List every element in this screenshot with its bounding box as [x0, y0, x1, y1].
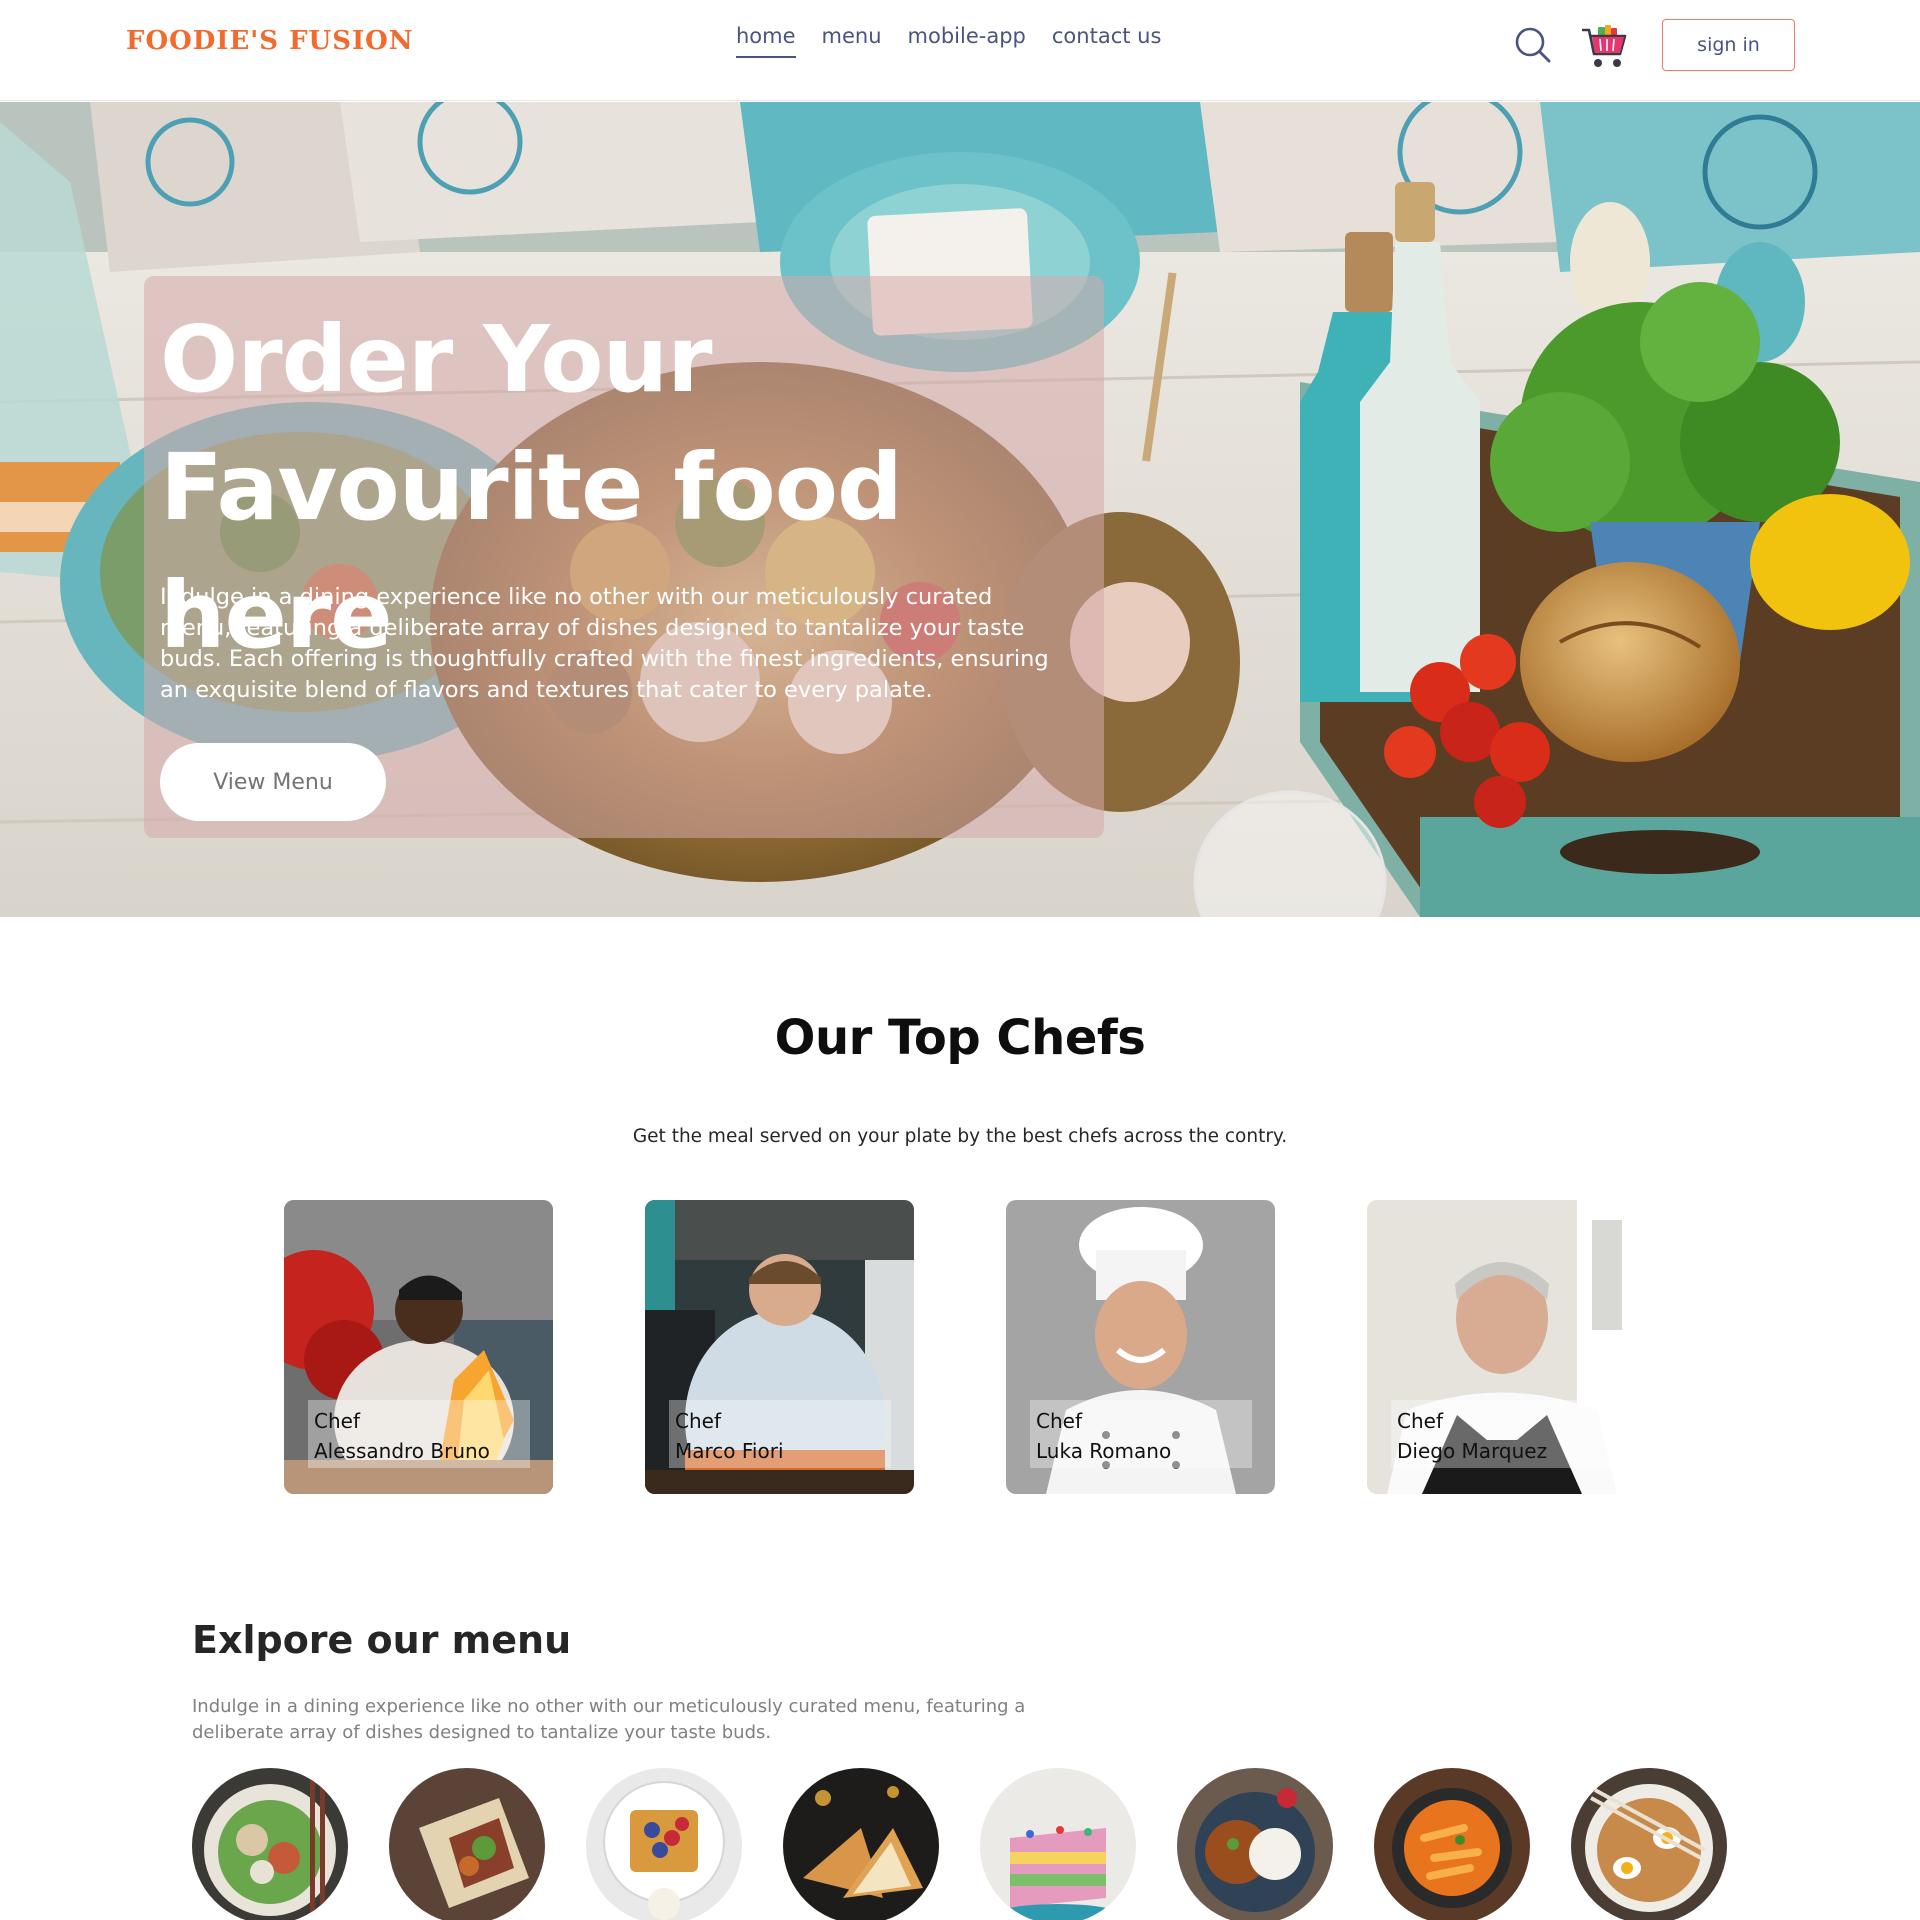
search-icon[interactable]	[1514, 26, 1552, 64]
menu-item-salad[interactable]	[192, 1768, 348, 1920]
chef-card-alessandro-bruno[interactable]: Chef Alessandro Bruno	[284, 1200, 553, 1494]
menu-item-pasta[interactable]	[1374, 1768, 1530, 1920]
hero-description: Indulge in a dining experience like no o…	[160, 584, 1049, 703]
chef-name: Alessandro Bruno	[314, 1439, 490, 1463]
pasta-image	[1374, 1768, 1530, 1920]
sign-in-button[interactable]: sign in	[1662, 19, 1795, 71]
chef-prefix: Chef	[1036, 1409, 1082, 1433]
chef-label: Chef Marco Fiori	[669, 1400, 891, 1468]
nav-link-contact-us[interactable]: contact us	[1052, 24, 1162, 58]
menu-item-cake[interactable]	[980, 1768, 1136, 1920]
chef-name: Luka Romano	[1036, 1439, 1172, 1463]
chef-card-luka-romano[interactable]: Chef Luka Romano	[1006, 1200, 1275, 1494]
chef-name: Marco Fiori	[675, 1439, 784, 1463]
curry-image	[1177, 1768, 1333, 1920]
nav-link-menu[interactable]: menu	[822, 24, 882, 58]
chefs-section-title: Our Top Chefs	[774, 1010, 1146, 1066]
chef-label: Chef Alessandro Bruno	[308, 1400, 530, 1468]
noodles-image	[1571, 1768, 1727, 1920]
chefs-section-subtitle: Get the meal served on your plate by the…	[632, 1126, 1288, 1147]
waffle-image	[586, 1768, 742, 1920]
sandwich-image	[783, 1768, 939, 1920]
chef-prefix: Chef	[314, 1409, 360, 1433]
rolls-image	[389, 1768, 545, 1920]
menu-item-deserts[interactable]	[586, 1768, 742, 1920]
hero-title-line-1: Order Your	[160, 306, 712, 413]
menu-item-noodles[interactable]	[1571, 1768, 1727, 1920]
navbar: FOODIE'S FUSION home menu mobile-app con…	[0, 0, 1920, 101]
chef-name: Diego Marquez	[1397, 1439, 1548, 1463]
chef-card-marco-fiori[interactable]: Chef Marco Fiori	[645, 1200, 914, 1494]
nav-link-home[interactable]: home	[736, 24, 796, 58]
view-menu-button[interactable]: View Menu	[160, 743, 386, 821]
menu-section-title: Exlpore our menu	[192, 1618, 572, 1662]
salad-image	[192, 1768, 348, 1920]
chef-label: Chef Diego Marquez	[1391, 1400, 1613, 1468]
hero-banner: Order Your Favourite food here Indulge i…	[0, 102, 1920, 917]
menu-item-sandwich[interactable]	[783, 1768, 939, 1920]
chef-card-diego-marquez[interactable]: Chef Diego Marquez	[1367, 1200, 1636, 1494]
menu-item-pure-veg[interactable]	[1177, 1768, 1333, 1920]
chef-label: Chef Luka Romano	[1030, 1400, 1252, 1468]
menu-section-description: Indulge in a dining experience like no o…	[192, 1696, 1026, 1743]
cart-icon[interactable]	[1580, 24, 1628, 70]
nav-links: home menu mobile-app contact us	[736, 24, 1161, 58]
brand-logo[interactable]: FOODIE'S FUSION	[126, 26, 414, 56]
menu-item-rolls[interactable]	[389, 1768, 545, 1920]
chef-prefix: Chef	[675, 1409, 721, 1433]
cake-image	[980, 1768, 1136, 1920]
nav-link-mobile-app[interactable]: mobile-app	[908, 24, 1026, 58]
chef-prefix: Chef	[1397, 1409, 1443, 1433]
